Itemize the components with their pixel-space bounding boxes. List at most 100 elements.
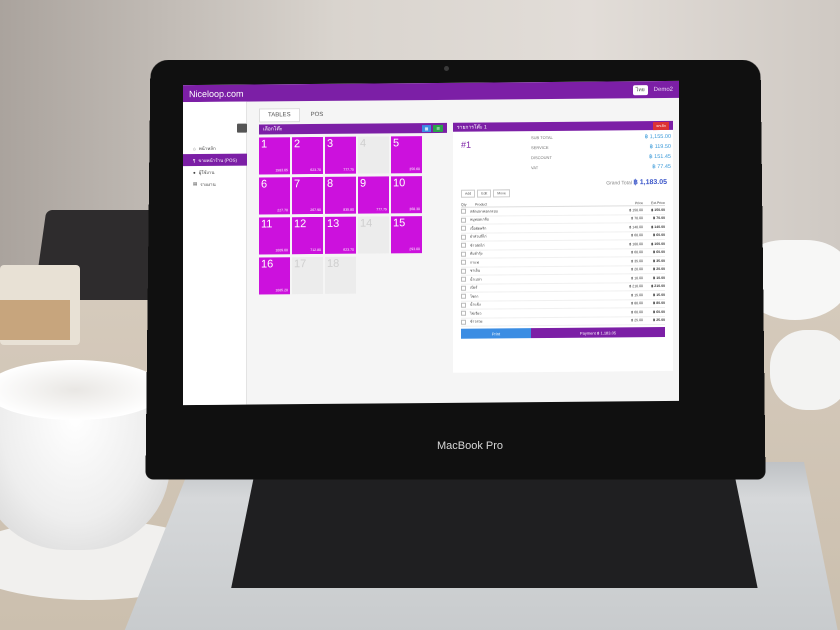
- item-checkbox[interactable]: [461, 310, 466, 316]
- item-price: ฿ 35.00: [631, 258, 643, 264]
- tab-tables[interactable]: TABLES: [259, 108, 300, 123]
- table-tile[interactable]: 5 356.60: [391, 136, 422, 174]
- order-summary: #1 SUB TOTAL ฿ 1,155.00 SERVICE ฿ 119.50…: [453, 130, 673, 188]
- item-checkbox[interactable]: [461, 276, 466, 282]
- table-tile[interactable]: 15 293.00: [391, 216, 422, 254]
- item-total: ฿ 60.00: [653, 233, 665, 238]
- tab-pos[interactable]: POS: [302, 108, 333, 122]
- item-checkbox[interactable]: [461, 259, 466, 265]
- item-checkbox[interactable]: [461, 293, 466, 299]
- item-price: ฿ 20.00: [631, 267, 643, 272]
- webcam: [444, 66, 449, 71]
- table-tile[interactable]: 3 777.75: [325, 136, 356, 174]
- table-amount: 777.75: [376, 207, 387, 212]
- home-icon: ⌂: [193, 145, 196, 151]
- col-total: Ext.Price: [650, 200, 665, 206]
- item-checkbox[interactable]: [461, 319, 466, 325]
- order-item-row[interactable]: ข้าวสวย ฿ 25.00 ฿ 25.00: [461, 316, 665, 327]
- table-amount: 356.60: [409, 167, 420, 172]
- service-value: ฿ 119.50: [649, 143, 671, 151]
- item-checkbox[interactable]: [461, 208, 466, 214]
- move-item-button[interactable]: Move: [493, 189, 510, 198]
- user-menu[interactable]: Demo2: [654, 86, 673, 92]
- cancel-order-button[interactable]: ยกเลิก: [653, 121, 669, 130]
- payment-bar: Print Payment ฿ 1,183.05: [453, 326, 673, 339]
- table-number-label: 16: [261, 258, 274, 271]
- menu-toggle-icon[interactable]: [237, 123, 247, 133]
- table-number-label: 10: [393, 177, 406, 190]
- table-number-label: 5: [393, 137, 400, 150]
- sidebar-item-pos[interactable]: ¶ ขายหน้าร้าน (POS): [183, 153, 247, 167]
- sidebar-item-label: รายงาน: [200, 181, 216, 187]
- payment-label: Payment: [579, 330, 596, 336]
- table-tile[interactable]: 12 712.80: [292, 216, 323, 255]
- table-tile[interactable]: 6 227.70: [259, 177, 290, 215]
- table-number-label: 3: [327, 137, 334, 150]
- table-tile[interactable]: 7 267.90: [292, 176, 323, 215]
- sidebar-item-reports[interactable]: ▤ รายงาน: [183, 178, 247, 191]
- item-checkbox[interactable]: [461, 302, 466, 308]
- item-checkbox[interactable]: [461, 242, 466, 248]
- item-name: ข้าวผัดไก่: [470, 243, 485, 248]
- order-title: รายการโต๊ะ 1: [457, 124, 487, 131]
- table-tile[interactable]: 9 777.75: [358, 176, 389, 214]
- item-name: ชาเย็น: [470, 268, 480, 273]
- add-item-button[interactable]: Add: [461, 189, 476, 198]
- table-number-label: 2: [294, 138, 301, 151]
- item-name: กาแฟ: [470, 260, 479, 265]
- tables-grid: 1 1583.05 2 623.70 3 777.75 4 5 356.60 6 227.70 7 26…: [259, 136, 447, 295]
- vat-value: ฿ 77.45: [652, 163, 671, 171]
- sidebar-item-label: ขายหน้าร้าน (POS): [198, 157, 238, 163]
- item-total: ฿ 25.00: [653, 318, 665, 323]
- table-number-label: 6: [261, 178, 268, 191]
- item-checkbox[interactable]: [461, 285, 466, 291]
- subtotal-row: SUB TOTAL ฿ 1,155.00: [531, 134, 671, 141]
- table-tile[interactable]: 17: [292, 256, 323, 295]
- order-items: Qty Product Price Ext.Price สลัดปลาทอดกร…: [453, 197, 673, 327]
- item-checkbox[interactable]: [461, 251, 466, 257]
- language-select[interactable]: ไทย: [632, 84, 648, 95]
- payment-button[interactable]: Payment ฿ 1,183.05: [531, 326, 665, 339]
- table-tile[interactable]: 4: [358, 136, 389, 174]
- item-checkbox[interactable]: [461, 217, 466, 223]
- discount-label: DISCOUNT: [531, 154, 552, 161]
- grid-view-icon[interactable]: ▦: [421, 124, 432, 132]
- table-tile[interactable]: 2 623.70: [292, 136, 323, 175]
- subtotal-label: SUB TOTAL: [531, 134, 553, 141]
- app-logo[interactable]: Niceloop.com: [189, 88, 244, 98]
- list-view-icon[interactable]: ☰: [433, 124, 443, 132]
- cup-right-small: [770, 330, 840, 410]
- sidebar-item-home[interactable]: ⌂ หน้าหลัก: [183, 142, 247, 155]
- item-name: น้ำแข็ง: [470, 302, 481, 307]
- table-tile[interactable]: 8 835.80: [325, 176, 356, 214]
- print-button[interactable]: Print: [461, 328, 531, 339]
- table-tile[interactable]: 18: [325, 256, 356, 294]
- item-name: ต้มยำกุ้ง: [470, 251, 483, 256]
- edit-item-button[interactable]: Edit: [477, 189, 492, 198]
- table-tile[interactable]: 1 1583.05: [259, 137, 290, 175]
- item-price: ฿ 15.00: [631, 292, 643, 298]
- table-tile[interactable]: 10 368.30: [391, 176, 422, 214]
- item-price: ฿ 70.00: [631, 216, 643, 221]
- item-price: ฿ 10.00: [631, 275, 643, 281]
- sidebar-item-users[interactable]: ● ผู้ใช้งาน: [183, 166, 247, 179]
- item-name: ข้าวสวย: [470, 319, 483, 324]
- service-label: SERVICE: [531, 144, 549, 151]
- sidebar: ⌂ หน้าหลัก ¶ ขายหน้าร้าน (POS) ● ผู้ใช้ง…: [183, 101, 247, 406]
- item-price: ฿ 140.00: [629, 224, 643, 230]
- item-checkbox[interactable]: [461, 234, 466, 240]
- table-tile[interactable]: 13 623.70: [325, 216, 356, 254]
- item-total: ฿ 60.00: [653, 250, 665, 255]
- table-number-label: 4: [360, 137, 367, 150]
- table-amount: 227.70: [277, 208, 288, 213]
- top-bar: Niceloop.com ไทย Demo2: [183, 80, 679, 103]
- table-tile[interactable]: 11 1009.00: [259, 217, 290, 255]
- table-number-label: 13: [327, 217, 340, 230]
- table-number: #1: [461, 139, 472, 150]
- table-tile[interactable]: 16 1065.20: [259, 257, 290, 295]
- table-tile[interactable]: 14: [358, 216, 389, 254]
- col-price: Price: [635, 201, 643, 206]
- table-amount: 267.90: [310, 207, 321, 213]
- item-checkbox[interactable]: [461, 225, 466, 231]
- item-checkbox[interactable]: [461, 268, 466, 274]
